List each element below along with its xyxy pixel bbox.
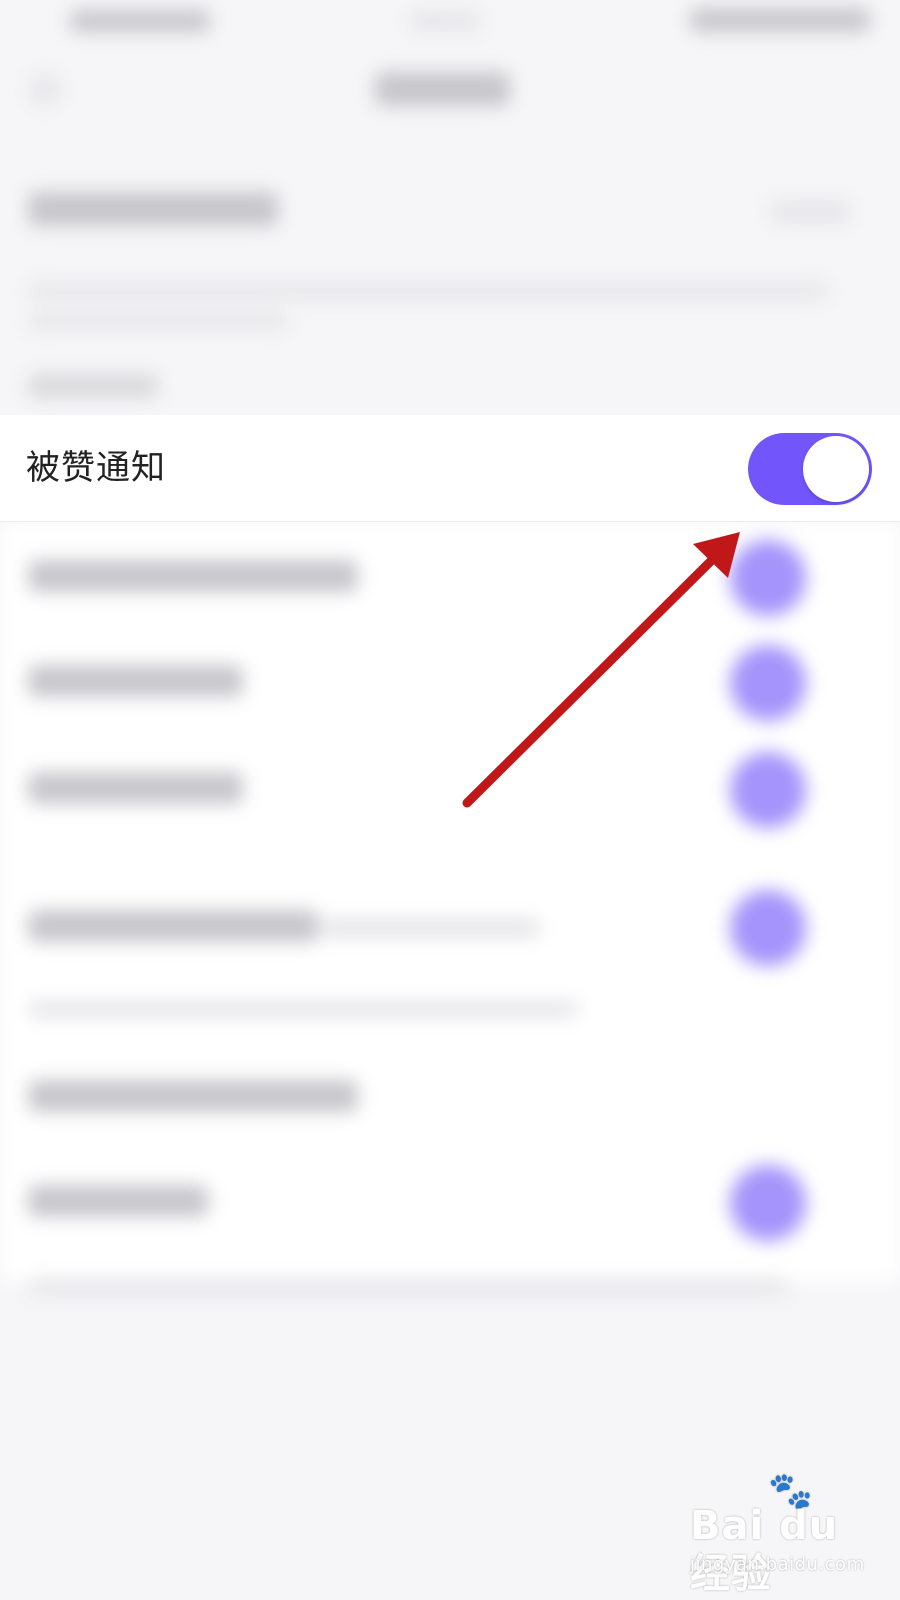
blurred-row-3 (28, 772, 243, 804)
blurred-description-1 (28, 282, 828, 300)
blurred-description-2 (28, 312, 288, 330)
blurred-status-icons (690, 8, 870, 32)
blurred-toggle-1 (730, 540, 806, 616)
baidu-jingyan-watermark: 🐾 Bai du 经验 jingyan.baidu.com (690, 1472, 880, 1598)
watermark-subtitle: jingyan.baidu.com (690, 1554, 865, 1575)
toggle-knob (803, 436, 869, 502)
blurred-row-4-suffix (320, 918, 540, 938)
setting-label: 被赞通知 (26, 448, 166, 488)
blurred-subheader (28, 374, 158, 398)
blurred-row-4 (28, 910, 318, 942)
blurred-section-title (28, 192, 278, 226)
blurred-toggle-4 (730, 890, 806, 966)
blurred-row-5 (28, 1080, 358, 1112)
blurred-toggle-3 (730, 752, 806, 828)
like-notification-toggle[interactable] (748, 433, 872, 505)
blurred-status-center (410, 10, 480, 32)
blurred-status-time (70, 10, 210, 32)
blurred-row-6-desc (28, 1278, 788, 1296)
blurred-toggle-2 (730, 645, 806, 721)
blurred-row-6 (28, 1185, 208, 1217)
blurred-page-title (375, 72, 510, 106)
blurred-row-4-desc (28, 1000, 578, 1018)
blurred-toggle-6 (730, 1165, 806, 1241)
blurred-background (0, 0, 900, 1600)
blurred-section-value (770, 200, 850, 224)
blurred-row-2 (28, 665, 243, 697)
setting-row-like-notification: 被赞通知 (0, 415, 900, 522)
blurred-row-1 (28, 560, 358, 592)
watermark-brand: Bai du 经验 (690, 1503, 839, 1597)
blurred-back-button (30, 75, 60, 105)
